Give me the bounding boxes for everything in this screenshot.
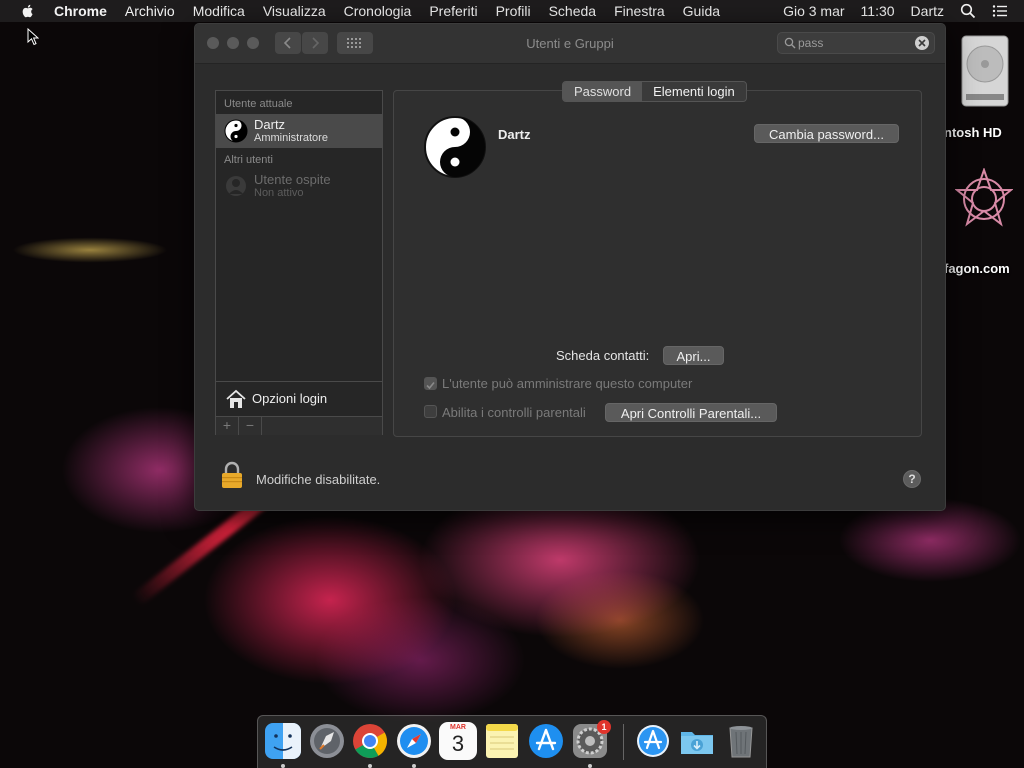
chevron-right-icon	[312, 37, 320, 49]
chevron-left-icon	[283, 37, 291, 49]
back-button[interactable]	[275, 32, 301, 54]
chrome-running-indicator	[368, 764, 372, 768]
yin-yang-avatar-icon	[224, 119, 248, 143]
menu-guida[interactable]: Guida	[683, 3, 720, 19]
zoom-window-button[interactable]	[247, 37, 259, 49]
contact-card-label: Scheda contatti:	[556, 348, 650, 363]
safari-running-indicator	[412, 764, 416, 768]
menu-visualizza[interactable]: Visualizza	[263, 3, 326, 19]
menu-user[interactable]: Dartz	[911, 3, 944, 19]
open-contact-card-button[interactable]: Apri...	[663, 346, 724, 365]
menu-finestra[interactable]: Finestra	[614, 3, 665, 19]
current-user-name: Dartz	[254, 117, 286, 132]
window-titlebar[interactable]: Utenti e Gruppi	[195, 24, 945, 64]
close-window-button[interactable]	[207, 37, 219, 49]
user-full-name: Dartz	[498, 127, 531, 142]
notification-center-icon[interactable]	[992, 3, 1008, 19]
calendar-icon[interactable]: MAR 3	[439, 722, 477, 760]
spotlight-search-icon[interactable]	[960, 3, 976, 19]
users-groups-window: Utenti e Gruppi Utente attuale Da	[194, 23, 946, 511]
calendar-month: MAR	[450, 724, 466, 731]
change-password-button[interactable]: Cambia password...	[754, 124, 899, 143]
current-user-header: Utente attuale	[224, 98, 293, 110]
desktop-icon-hd-label: ntosh HD	[944, 125, 1002, 140]
forward-button[interactable]	[302, 32, 328, 54]
other-users-header: Altri utenti	[224, 154, 273, 166]
app-store-folder-icon[interactable]	[634, 722, 672, 760]
user-picture[interactable]	[423, 115, 487, 179]
current-user-role: Amministratore	[254, 132, 328, 144]
desktop-icon-hd[interactable]: ntosh HD	[944, 32, 1024, 140]
sidebar-footer: + −	[216, 416, 382, 435]
hard-drive-icon	[961, 35, 1009, 107]
chrome-icon[interactable]	[351, 722, 389, 760]
user-row-guest[interactable]: Utente ospite Non attivo	[216, 169, 382, 203]
trash-icon[interactable]	[722, 722, 760, 760]
downloads-folder-icon[interactable]	[678, 722, 716, 760]
search-input[interactable]	[798, 34, 908, 52]
lock-icon[interactable]	[221, 461, 243, 489]
mouse-cursor-icon	[27, 28, 39, 46]
app-store-icon[interactable]	[527, 722, 565, 760]
menu-preferiti[interactable]: Preferiti	[429, 3, 477, 19]
grid-icon	[347, 38, 361, 48]
search-icon	[784, 37, 796, 49]
minimize-window-button[interactable]	[227, 37, 239, 49]
menu-cronologia[interactable]: Cronologia	[344, 3, 412, 19]
close-icon	[918, 39, 926, 47]
menu-chrome[interactable]: Chrome	[54, 3, 107, 19]
parental-controls-label: Abilita i controlli parentali	[442, 405, 586, 420]
menu-bar: Chrome Archivio Modifica Visualizza Cron…	[0, 0, 1024, 22]
tab-bar: Password Elementi login	[562, 81, 747, 102]
system-preferences-badge: 1	[597, 720, 611, 734]
clear-search-button[interactable]	[915, 36, 929, 50]
remove-user-button[interactable]: −	[239, 417, 262, 435]
desktop-icon-flower[interactable]: fagon.com	[944, 168, 1024, 276]
login-options-item[interactable]: Opzioni login	[216, 381, 382, 416]
tab-login-items[interactable]: Elementi login	[642, 82, 746, 101]
menu-profili[interactable]: Profili	[496, 3, 531, 19]
help-button[interactable]: ?	[903, 470, 921, 488]
notes-icon[interactable]	[483, 722, 521, 760]
search-field[interactable]	[777, 32, 935, 54]
star-flower-icon	[955, 168, 1013, 227]
users-sidebar: Utente attuale Dartz Amministratore Altr…	[215, 90, 383, 435]
safari-icon[interactable]	[395, 722, 433, 760]
checkmark-icon	[426, 381, 435, 390]
menu-bar-status: Gio 3 mar 11:30 Dartz	[783, 0, 1024, 22]
menu-archivio[interactable]: Archivio	[125, 3, 175, 19]
launchpad-icon[interactable]	[308, 722, 346, 760]
admin-checkbox-label: L'utente può amministrare questo compute…	[442, 376, 693, 391]
finder-icon[interactable]	[264, 722, 302, 760]
guest-user-icon	[226, 176, 246, 196]
system-preferences-running-indicator	[588, 764, 592, 768]
house-icon	[226, 389, 246, 408]
parental-controls-checkbox[interactable]	[424, 405, 437, 418]
user-row-dartz[interactable]: Dartz Amministratore	[216, 114, 382, 148]
admin-checkbox[interactable]	[424, 377, 437, 390]
guest-user-status: Non attivo	[254, 187, 304, 199]
lock-status-text: Modifiche disabilitate.	[256, 472, 381, 487]
show-all-button[interactable]	[337, 32, 373, 54]
calendar-day: 3	[451, 731, 465, 756]
add-user-button[interactable]: +	[216, 417, 239, 435]
clock-date[interactable]: Gio 3 mar	[783, 3, 844, 19]
clock-time[interactable]: 11:30	[861, 3, 895, 19]
open-parental-controls-button[interactable]: Apri Controlli Parentali...	[605, 403, 777, 422]
dock-separator	[623, 724, 624, 760]
login-options-label: Opzioni login	[252, 391, 328, 406]
menu-scheda[interactable]: Scheda	[549, 3, 596, 19]
desktop-icon-flower-label: fagon.com	[944, 261, 1010, 276]
finder-running-indicator	[281, 764, 285, 768]
apple-menu-icon[interactable]	[20, 3, 36, 19]
guest-user-name: Utente ospite	[254, 172, 331, 187]
dock: MAR 3 1	[257, 715, 767, 768]
menu-modifica[interactable]: Modifica	[193, 3, 245, 19]
tab-password[interactable]: Password	[563, 82, 643, 101]
